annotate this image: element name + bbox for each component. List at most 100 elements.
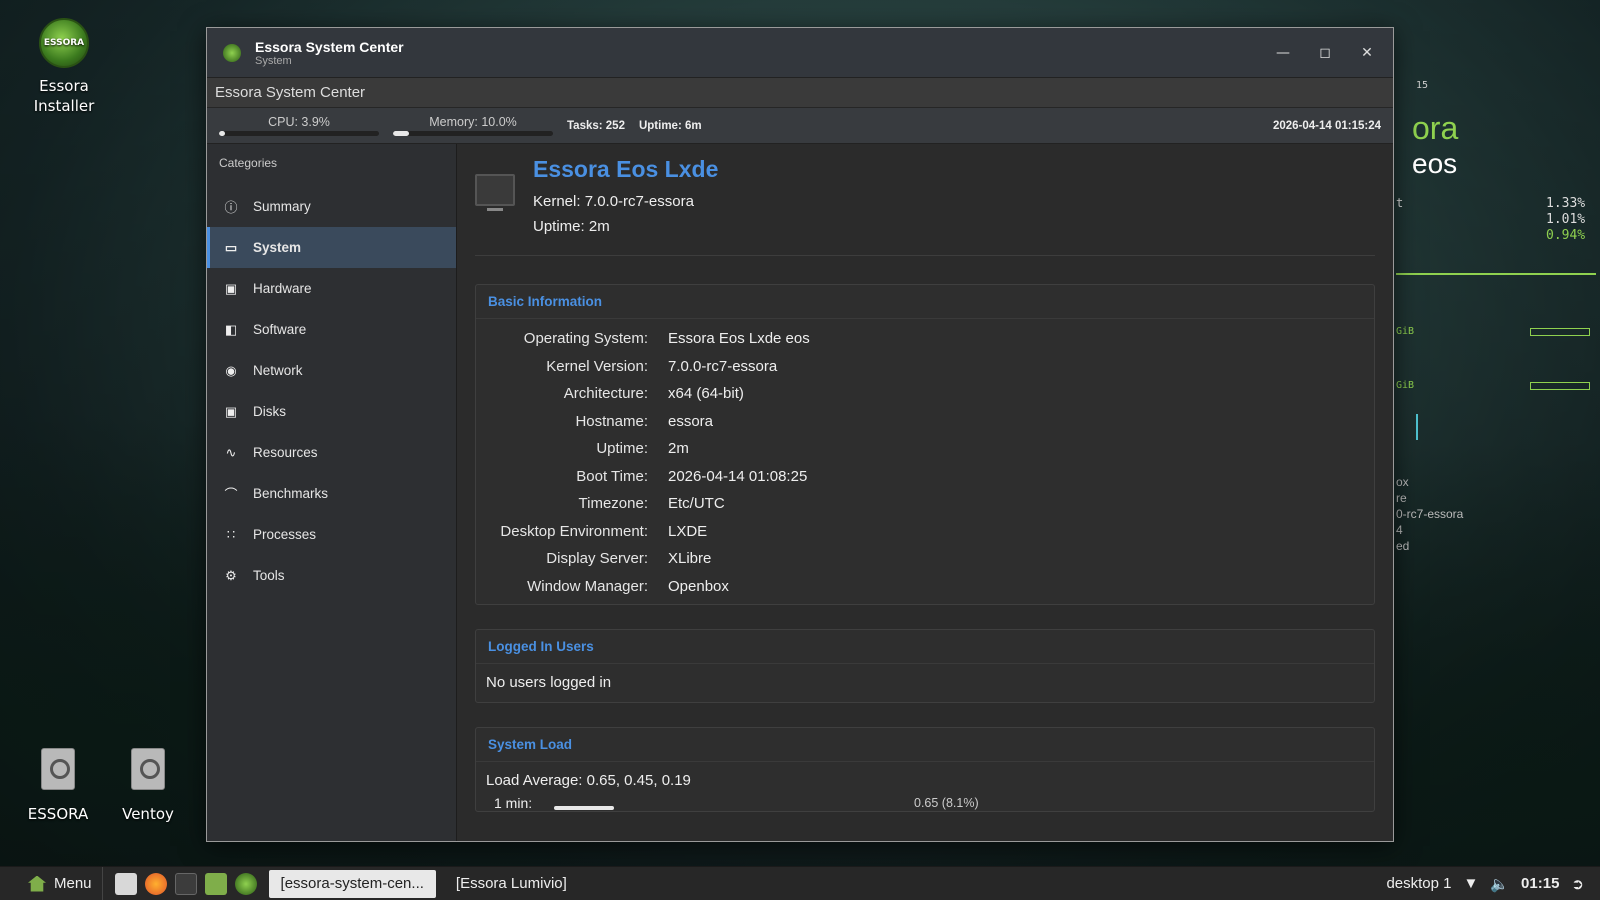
info-key: Display Server: bbox=[546, 550, 648, 567]
sidebar-item-network[interactable]: ◉ Network bbox=[207, 350, 456, 391]
taskbar: Menu [essora-system-cen... [Essora Lumiv… bbox=[0, 866, 1600, 900]
gear-icon: ⚙ bbox=[225, 567, 237, 583]
load-1min-label: 1 min: bbox=[494, 795, 533, 811]
info-icon: ⓘ bbox=[224, 200, 238, 215]
conky-gib: GiB bbox=[1396, 326, 1415, 337]
main-content[interactable]: Essora Eos Lxde Kernel: 7.0.0-rc7-essora… bbox=[457, 144, 1393, 841]
info-value: essora bbox=[668, 412, 714, 430]
info-key: Architecture: bbox=[563, 385, 648, 402]
logged-in-users-card: Logged In Users No users logged in bbox=[475, 629, 1375, 703]
desktop-icon-label: Essora bbox=[39, 77, 89, 95]
info-value: Openbox bbox=[668, 577, 729, 595]
info-row: Window Manager: Openbox bbox=[486, 573, 1374, 601]
terminal-icon[interactable] bbox=[174, 872, 197, 895]
minimize-button[interactable]: — bbox=[1273, 43, 1293, 63]
system-load-card: System Load Load Average: 0.65, 0.45, 0.… bbox=[475, 727, 1375, 812]
info-row: Uptime: 2m bbox=[486, 435, 1374, 463]
card-title: Basic Information bbox=[476, 285, 1374, 319]
globe-icon: ◉ bbox=[225, 362, 237, 378]
info-key: Desktop Environment: bbox=[500, 522, 648, 540]
essora-drive-desktop-icon[interactable]: ESSORA bbox=[28, 748, 88, 824]
info-key: Kernel Version: bbox=[546, 357, 648, 375]
essora-icon[interactable] bbox=[234, 872, 257, 895]
conky-tiny: 15 bbox=[1416, 80, 1429, 91]
ventoy-drive-desktop-icon[interactable]: Ventoy bbox=[118, 748, 178, 824]
system-tray: desktop 1 ▼ 🔈 01:15 ➲ bbox=[1386, 875, 1600, 893]
cpu-bar-fill bbox=[219, 131, 226, 136]
window-subtitle: System bbox=[255, 54, 292, 67]
conky-bar bbox=[1530, 328, 1590, 336]
info-value: 2m bbox=[668, 440, 689, 457]
load-1min-value: 0.65 (8.1%) bbox=[914, 796, 979, 810]
info-value: Etc/UTC bbox=[668, 495, 725, 512]
system-hero: Essora Eos Lxde Kernel: 7.0.0-rc7-essora… bbox=[475, 156, 1375, 256]
card-title: Logged In Users bbox=[476, 630, 1374, 664]
taskbar-clock[interactable]: 01:15 bbox=[1521, 875, 1559, 892]
home-icon bbox=[28, 875, 46, 892]
volume-icon[interactable]: 🔈 bbox=[1490, 875, 1509, 893]
load-1min-bar bbox=[554, 806, 614, 810]
desktop-icon-label: ESSORA bbox=[27, 805, 89, 823]
wifi-icon[interactable]: ▼ bbox=[1464, 875, 1479, 892]
task-system-center[interactable]: [essora-system-cen... bbox=[268, 869, 436, 898]
sidebar-item-hardware[interactable]: ▣ Hardware bbox=[207, 268, 456, 309]
launcher bbox=[103, 872, 269, 895]
info-value: LXDE bbox=[668, 522, 708, 540]
computer-icon bbox=[475, 174, 515, 211]
disk-icon: ▣ bbox=[224, 403, 238, 419]
memory-label: Memory: 10.0% bbox=[429, 115, 517, 129]
desktop-switcher[interactable]: desktop 1 bbox=[1386, 875, 1451, 892]
info-row: Display Server: XLibre bbox=[486, 545, 1374, 573]
info-value: Essora Eos Lxde eos bbox=[668, 330, 810, 347]
info-key: Boot Time: bbox=[576, 467, 648, 485]
info-value: XLibre bbox=[668, 550, 712, 567]
status-uptime: Uptime: 6m bbox=[638, 119, 702, 132]
firefox-icon[interactable] bbox=[144, 872, 167, 895]
system-name: Essora Eos Lxde bbox=[533, 156, 719, 182]
info-row: Kernel Version: 7.0.0-rc7-essora bbox=[486, 353, 1374, 381]
info-row: Desktop Environment: LXDE bbox=[486, 518, 1374, 546]
chip-icon: ▣ bbox=[224, 280, 238, 296]
sidebar-item-resources[interactable]: ∿ Resources bbox=[207, 432, 456, 473]
app-logo-icon bbox=[223, 43, 241, 62]
file-manager-icon[interactable] bbox=[114, 872, 137, 895]
sidebar-item-benchmarks[interactable]: ⌒ Benchmarks bbox=[207, 473, 456, 514]
menu-button[interactable]: Menu bbox=[0, 867, 103, 900]
task-lumivio[interactable]: [Essora Lumivio] bbox=[444, 870, 579, 898]
sidebar-item-software[interactable]: ◧ Software bbox=[207, 309, 456, 350]
tasks-count: Tasks: 252 bbox=[567, 119, 625, 132]
pulse-icon: ∿ bbox=[225, 444, 237, 460]
sidebar-item-disks[interactable]: ▣ Disks bbox=[207, 391, 456, 432]
card-title: System Load bbox=[476, 728, 1374, 762]
drive-icon bbox=[131, 748, 165, 790]
sidebar-item-system[interactable]: ▭ System bbox=[207, 227, 456, 268]
hero-uptime: Uptime: 2m bbox=[533, 218, 610, 235]
load-average: Load Average: 0.65, 0.45, 0.19 bbox=[486, 772, 691, 789]
essora-installer-desktop-icon[interactable]: ESSORA Essora Installer bbox=[34, 18, 94, 116]
sidebar-item-processes[interactable]: ∷ Processes bbox=[207, 514, 456, 555]
window-title: Essora System Center bbox=[255, 38, 404, 55]
essora-logo-icon: ESSORA bbox=[39, 18, 89, 68]
close-button[interactable]: ✕ bbox=[1357, 43, 1377, 63]
info-row: Timezone: Etc/UTC bbox=[486, 490, 1374, 518]
logout-icon[interactable]: ➲ bbox=[1571, 875, 1584, 893]
info-key: Hostname: bbox=[575, 412, 648, 430]
status-clock: 2026-04-14 01:15:24 bbox=[1272, 119, 1381, 132]
cpu-label: CPU: 3.9% bbox=[268, 115, 330, 129]
package-icon[interactable] bbox=[204, 872, 227, 895]
sidebar: Categories ⓘ Summary ▭ System ▣ Hardware ◧ S… bbox=[207, 144, 457, 841]
sidebar-item-summary[interactable]: ⓘ Summary bbox=[207, 186, 456, 227]
software-icon: ◧ bbox=[224, 321, 238, 337]
system-center-window: Essora System Center System — ◻ ✕ Essora… bbox=[206, 27, 1394, 842]
memory-meter: Memory: 10.0% bbox=[393, 115, 553, 136]
info-row: Architecture: x64 (64-bit) bbox=[486, 380, 1374, 408]
sidebar-item-tools[interactable]: ⚙ Tools bbox=[207, 555, 456, 596]
conky-graph-mark bbox=[1416, 414, 1418, 440]
monitor-icon: ▭ bbox=[224, 239, 238, 255]
window-titlebar[interactable]: Essora System Center System — ◻ ✕ bbox=[207, 28, 1393, 78]
sidebar-heading: Categories bbox=[219, 156, 278, 170]
memory-bar-fill bbox=[393, 131, 409, 136]
info-key: Operating System: bbox=[523, 330, 648, 347]
basic-information-card: Basic Information Operating System: Essor… bbox=[475, 284, 1375, 605]
maximize-button[interactable]: ◻ bbox=[1315, 43, 1335, 63]
